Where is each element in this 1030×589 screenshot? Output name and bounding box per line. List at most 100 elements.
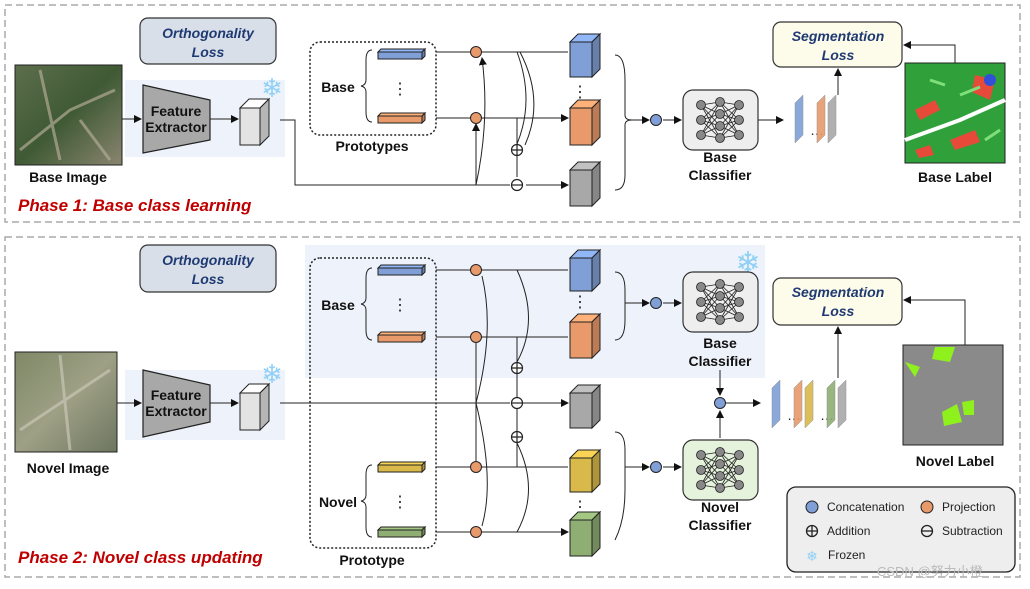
addition-icon bbox=[510, 143, 524, 157]
output-map bbox=[793, 379, 803, 429]
class-feature-cube bbox=[568, 383, 602, 430]
prototype-vector bbox=[376, 460, 427, 474]
watermark: CSDN @努力小橙 bbox=[877, 564, 983, 579]
feature-extractor-label: Extractor bbox=[145, 119, 207, 135]
class-feature-cube bbox=[568, 248, 602, 293]
classifier-label: Novel bbox=[701, 499, 739, 515]
neuron bbox=[715, 303, 725, 313]
class-feature-cube bbox=[568, 160, 602, 208]
svg-text:⋮: ⋮ bbox=[392, 494, 408, 511]
base-label-caption: Base Label bbox=[918, 169, 992, 185]
loss-label: Loss bbox=[192, 271, 225, 287]
cube-front bbox=[377, 529, 423, 538]
cube-front bbox=[377, 115, 423, 124]
prototype-vector bbox=[376, 330, 427, 344]
ellipsis: ⋮ bbox=[572, 294, 588, 311]
output-map bbox=[827, 94, 837, 144]
prototype-vector bbox=[376, 111, 427, 125]
neuron bbox=[715, 291, 725, 301]
prototype-group-label: Base bbox=[321, 297, 355, 313]
orthogonality-loss-box: Orthogonality Loss bbox=[139, 17, 277, 65]
neuron bbox=[696, 297, 706, 307]
neuron bbox=[734, 480, 744, 490]
cube-side bbox=[591, 383, 601, 430]
concatenation-icon bbox=[650, 461, 662, 473]
neuron bbox=[715, 315, 725, 325]
cube-side bbox=[591, 32, 601, 79]
classifier-network bbox=[682, 271, 759, 333]
output-map bbox=[816, 94, 826, 144]
cube-front bbox=[239, 392, 261, 431]
neuron bbox=[696, 312, 706, 322]
segmentation-loss-box: Segmentation Loss bbox=[772, 21, 903, 68]
output-map bbox=[826, 379, 836, 429]
class-feature-cube bbox=[568, 510, 602, 558]
cube-front bbox=[569, 169, 593, 207]
neuron bbox=[715, 121, 725, 131]
legend-subtraction: Subtraction bbox=[942, 524, 1003, 538]
base-image bbox=[14, 64, 123, 166]
neuron bbox=[715, 483, 725, 493]
classifier-label: Base bbox=[703, 335, 737, 351]
projection-icon bbox=[470, 46, 482, 58]
neuron bbox=[734, 100, 744, 110]
class-feature-cube bbox=[568, 448, 602, 494]
loss-label: Segmentation bbox=[792, 28, 885, 44]
cube-front bbox=[569, 257, 593, 292]
classifier-network bbox=[682, 439, 759, 501]
legend-frozen: Frozen bbox=[828, 548, 865, 562]
neuron bbox=[715, 133, 725, 143]
prototype-group-label: Novel bbox=[319, 494, 357, 510]
neuron bbox=[696, 130, 706, 140]
output-map bbox=[771, 379, 781, 429]
subtraction-icon bbox=[510, 178, 524, 192]
loss-label: Loss bbox=[822, 303, 855, 319]
segmentation-loss-box: Segmentation Loss bbox=[772, 277, 903, 326]
concatenation-icon bbox=[650, 114, 662, 126]
prototype-group-label: Base bbox=[321, 79, 355, 95]
neuron bbox=[734, 297, 744, 307]
novel-label-caption: Novel Label bbox=[916, 453, 995, 469]
concatenation-icon bbox=[714, 397, 726, 409]
cube-front bbox=[569, 107, 593, 146]
loss-label: Orthogonality bbox=[162, 25, 255, 41]
neuron bbox=[696, 450, 706, 460]
prototype-vector bbox=[376, 263, 427, 277]
svg-text:⋮: ⋮ bbox=[392, 81, 408, 98]
phase2-title: Phase 2: Novel class updating bbox=[18, 548, 263, 567]
prototypes-label: Prototypes bbox=[335, 138, 408, 154]
cube-front bbox=[377, 334, 423, 343]
output-map bbox=[837, 379, 847, 429]
class-feature-cube bbox=[568, 32, 602, 79]
cube-side bbox=[591, 98, 601, 147]
orthogonality-loss-box: Orthogonality Loss bbox=[139, 244, 277, 293]
class-feature-cube bbox=[568, 98, 602, 147]
cube-front bbox=[569, 392, 593, 429]
output-map bbox=[804, 379, 814, 429]
feature-extractor-label: Feature bbox=[151, 103, 202, 119]
neuron bbox=[715, 109, 725, 119]
loss-label: Segmentation bbox=[792, 284, 885, 300]
classifier-label: Classifier bbox=[688, 167, 752, 183]
cube-front bbox=[569, 519, 593, 557]
class-feature-cube bbox=[568, 312, 602, 360]
cube-front bbox=[377, 267, 423, 276]
feature-extractor-label: Feature bbox=[151, 387, 202, 403]
neuron bbox=[715, 279, 725, 289]
ellipsis: ⋮ bbox=[572, 84, 588, 101]
cube-front bbox=[377, 51, 423, 60]
legend-concatenation: Concatenation bbox=[827, 500, 904, 514]
neuron bbox=[696, 115, 706, 125]
cube-front bbox=[239, 107, 261, 146]
cube-front bbox=[569, 457, 593, 493]
neuron bbox=[715, 447, 725, 457]
feature-extractor-label: Extractor bbox=[145, 403, 207, 419]
cube-front bbox=[377, 464, 423, 473]
subtraction-icon bbox=[510, 396, 524, 410]
framework-diagram: Orthogonality Loss Base Image Feature Ex… bbox=[4, 4, 1021, 579]
cube-side bbox=[591, 312, 601, 360]
neuron bbox=[715, 97, 725, 107]
neuron bbox=[734, 282, 744, 292]
cube-front bbox=[569, 321, 593, 359]
projection-icon bbox=[470, 461, 482, 473]
